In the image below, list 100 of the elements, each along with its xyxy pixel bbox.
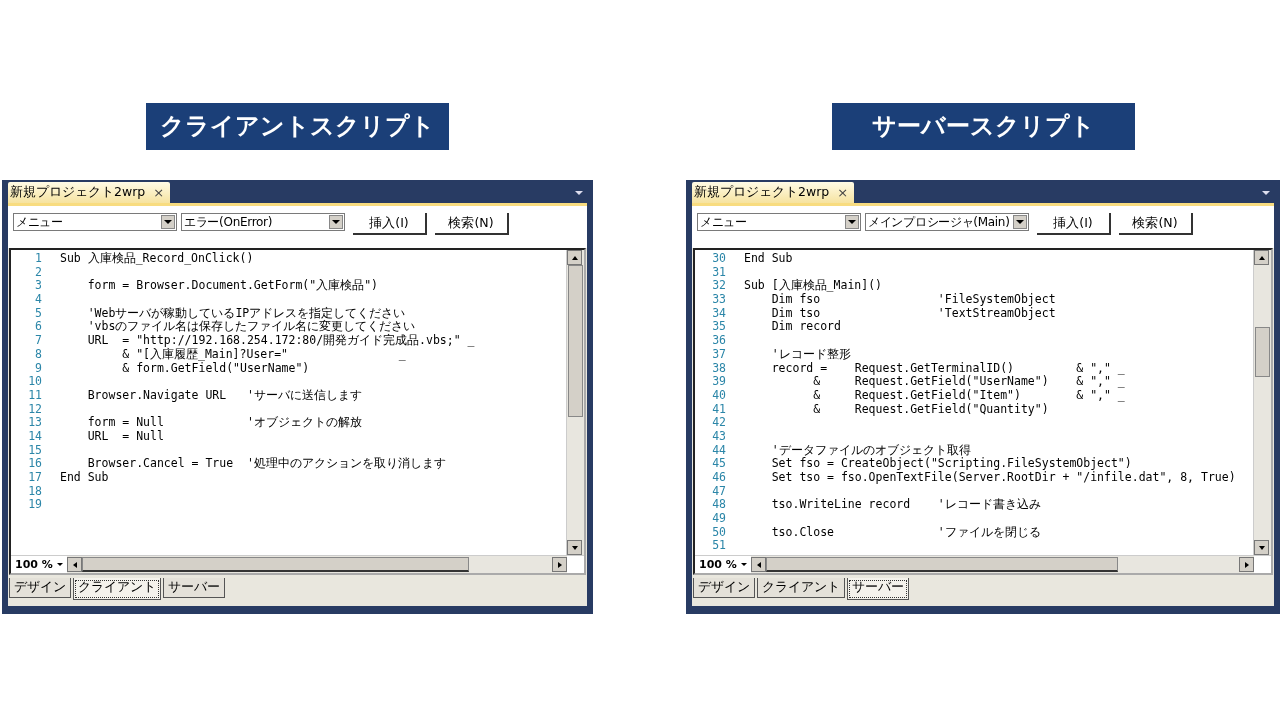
- document-tab[interactable]: 新規プロジェクト2wrp ×: [692, 182, 855, 203]
- code-line: & "[入庫履歴_Main]?User=" _: [121, 347, 406, 362]
- line-number: 10: [27, 375, 42, 389]
- zoom-dropdown[interactable]: 100 %: [695, 556, 751, 573]
- toolbar-button[interactable]: 挿入(I): [1037, 213, 1111, 235]
- line-number: 43: [711, 429, 726, 444]
- code-line: Dim fso 'FileSystemObject: [770, 293, 1056, 307]
- view-tab[interactable]: デザイン: [9, 578, 71, 598]
- code-line: 'データファイルのオブジェクト取得: [770, 443, 971, 457]
- line-number: 41: [711, 402, 726, 417]
- document-tab-title[interactable]: 新規プロジェクト2wrp: [694, 184, 830, 201]
- code-line: form = Null 'オブジェクトの解放: [86, 416, 362, 430]
- code-editor[interactable]: [9, 248, 586, 575]
- scroll-right-icon[interactable]: [1239, 557, 1254, 572]
- scroll-down-icon[interactable]: [1254, 540, 1269, 555]
- line-number: 45: [711, 457, 726, 471]
- line-number: 32: [711, 279, 726, 294]
- code-line: Sub [入庫検品_Main](): [744, 279, 882, 293]
- code-line: & Request.GetField("Item") & "," _: [812, 388, 1125, 403]
- view-tab[interactable]: クライアント: [73, 578, 161, 600]
- line-number: 35: [711, 320, 726, 335]
- line-number: 48: [711, 498, 726, 513]
- view-tab[interactable]: クライアント: [757, 578, 845, 598]
- scroll-thumb[interactable]: [568, 265, 583, 417]
- line-number: 6: [34, 320, 42, 335]
- line-number: 39: [711, 375, 726, 389]
- section-heading: サーバースクリプト: [831, 103, 1135, 150]
- line-number: 34: [711, 306, 726, 321]
- line-number: 1: [34, 252, 42, 266]
- code-line: & Request.GetField("UserName") & "," _: [812, 375, 1125, 389]
- code-editor[interactable]: [693, 248, 1273, 575]
- toolbar-button[interactable]: 挿入(I): [353, 213, 427, 235]
- code-line: Browser.Navigate URL 'サーバに送信します: [86, 388, 362, 403]
- line-number: 44: [711, 443, 726, 458]
- line-number: 16: [27, 457, 42, 471]
- horizontal-scrollbar[interactable]: [751, 556, 1254, 573]
- line-number: 11: [27, 388, 42, 403]
- scroll-left-icon[interactable]: [67, 557, 82, 572]
- line-number: 7: [34, 334, 42, 348]
- line-number: 14: [27, 429, 42, 444]
- code-line: & Request.GetField("Quantity"): [812, 402, 1049, 417]
- scroll-right-icon[interactable]: [552, 557, 567, 572]
- section-heading: クライアントスクリプト: [146, 103, 449, 150]
- line-number: 38: [711, 361, 726, 376]
- code-line: Set tso = fso.OpenTextFile(Server.RootDir + "/infile.dat", 8, True): [770, 471, 1236, 485]
- scroll-up-icon[interactable]: [567, 250, 582, 265]
- code-line: tso.WriteLine record 'レコード書き込み: [770, 498, 1041, 513]
- code-line: URL = "http://192.168.254.172:80/開発ガイド完成品.vbs;" _: [86, 334, 475, 348]
- line-number: 3: [34, 279, 42, 294]
- line-number: 5: [34, 306, 42, 321]
- document-tab-title[interactable]: 新規プロジェクト2wrp: [10, 184, 146, 201]
- line-number: 42: [711, 416, 726, 430]
- line-number: 47: [711, 484, 726, 499]
- code-line: End Sub: [60, 471, 109, 485]
- toolbar-button[interactable]: 検索(N): [1119, 213, 1193, 235]
- scroll-thumb[interactable]: [766, 557, 1118, 572]
- dropdown[interactable]: メインプロシージャ(Main): [865, 213, 1029, 231]
- code-line: Dim record: [770, 320, 841, 335]
- scroll-up-icon[interactable]: [1254, 250, 1269, 265]
- line-number: 36: [711, 334, 726, 348]
- line-number: 50: [711, 525, 726, 540]
- view-tab[interactable]: デザイン: [693, 578, 755, 598]
- zoom-dropdown[interactable]: 100 %: [11, 556, 67, 573]
- code-line: Set fso = CreateObject("Scripting.FileSystemObject"): [770, 457, 1132, 471]
- dropdown[interactable]: メニュー: [697, 213, 861, 231]
- line-number: 12: [27, 402, 42, 417]
- scroll-down-icon[interactable]: [567, 540, 582, 555]
- close-icon[interactable]: ×: [153, 186, 165, 199]
- code-line: & form.GetField("UserName"): [121, 361, 310, 376]
- toolbar-button[interactable]: 検索(N): [435, 213, 509, 235]
- line-number: 33: [711, 293, 726, 307]
- code-line: Browser.Cancel = True '処理中のアクションを取り消します: [86, 457, 446, 471]
- line-number: 31: [711, 265, 726, 280]
- dropdown[interactable]: メニュー: [13, 213, 177, 231]
- dropdown[interactable]: エラー(OnError): [181, 213, 345, 231]
- line-number: 15: [27, 443, 42, 458]
- code-line: Dim tso 'TextStreamObject: [770, 306, 1056, 320]
- view-tab[interactable]: サーバー: [163, 578, 225, 598]
- vertical-scrollbar[interactable]: [1253, 250, 1271, 555]
- line-number: 18: [27, 484, 42, 499]
- view-tab[interactable]: サーバー: [847, 578, 909, 600]
- horizontal-scrollbar[interactable]: [67, 556, 567, 573]
- line-number: 40: [711, 388, 726, 403]
- vertical-scrollbar[interactable]: [566, 250, 584, 555]
- line-number: 37: [711, 347, 726, 362]
- line-number: 19: [27, 498, 42, 513]
- close-icon[interactable]: ×: [837, 186, 849, 199]
- scroll-thumb[interactable]: [82, 557, 470, 572]
- document-tab[interactable]: 新規プロジェクト2wrp ×: [8, 182, 171, 203]
- line-number: 30: [711, 252, 726, 266]
- line-number: 8: [34, 347, 42, 362]
- scroll-left-icon[interactable]: [751, 557, 766, 572]
- line-number: 49: [711, 512, 726, 526]
- line-number: 46: [711, 471, 726, 485]
- code-line: End Sub: [744, 252, 793, 266]
- code-line: 'Webサーバが稼動しているIPアドレスを指定してください: [86, 306, 406, 320]
- code-line: 'vbsのファイル名は保存したファイル名に変更してください: [86, 320, 416, 334]
- scroll-thumb[interactable]: [1255, 327, 1270, 377]
- line-number: 2: [34, 265, 42, 280]
- code-line: 'レコード整形: [770, 347, 851, 362]
